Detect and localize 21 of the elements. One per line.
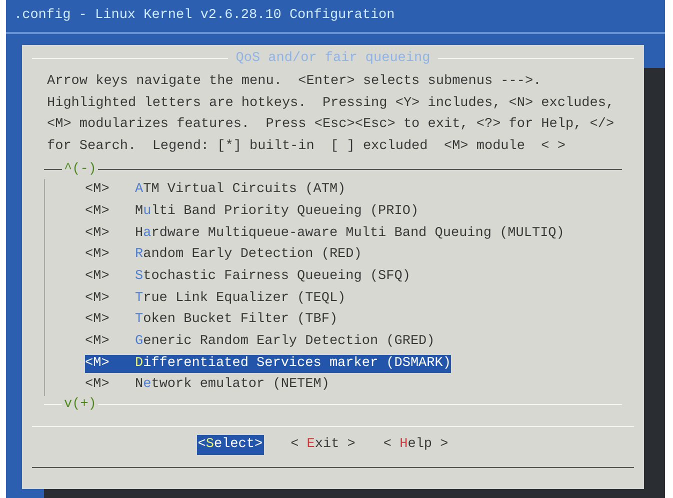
menu-item[interactable]: <M> Generic Random Early Detection (GRED): [85, 333, 435, 352]
menu-item[interactable]: <M> Token Bucket Filter (TBF): [85, 311, 338, 330]
scroll-up-indicator: ^(-): [64, 162, 96, 177]
menu-item[interactable]: <M> Network emulator (NETEM): [85, 376, 330, 394]
menu-item[interactable]: <M> Differentiated Services marker (DSMARK): [85, 354, 451, 373]
menu-item[interactable]: <M> Random Early Detection (RED): [85, 246, 362, 264]
menu-item[interactable]: <M> Mu lti Band Priority Queueing (PRIO): [85, 202, 419, 221]
dialog-button[interactable]: <Select>: [196, 435, 264, 456]
dialog-title: QoS and/or fair queueing: [234, 50, 432, 66]
menu-item[interactable]: <M> ATM Virtual Circuits (ATM): [85, 181, 346, 200]
help-text: Highlighted letters are hotkeys. Pressing <Y> includes, <N> excludes,: [47, 94, 614, 113]
help-text: for Search. Legend: [*] built-in [ ] excluded <M> module < >: [47, 138, 566, 156]
window-title: .config - Linux Kernel v2.6.28.10 Configuration: [13, 7, 395, 25]
scroll-down-indicator: v(+): [64, 396, 96, 412]
help-text: <M> modularizes features. Press <Esc><Esc> to exit, <?> for Help, </>: [47, 116, 614, 134]
help-text: Arrow keys navigate the menu. <Enter> selects submenus --->.: [47, 73, 542, 91]
menu-item[interactable]: <M> Hardware Multiqueue-aware Multi Band Queuing (MULTIQ): [85, 224, 564, 243]
menu-item[interactable]: <M> True Link Equalizer (TEQL): [85, 290, 346, 308]
dialog-button[interactable]: < Help >: [382, 435, 450, 456]
menu-item[interactable]: <M> Stochastic Fairness Queueing (SFQ): [85, 268, 410, 286]
dialog-button[interactable]: < Exit >: [290, 435, 356, 456]
